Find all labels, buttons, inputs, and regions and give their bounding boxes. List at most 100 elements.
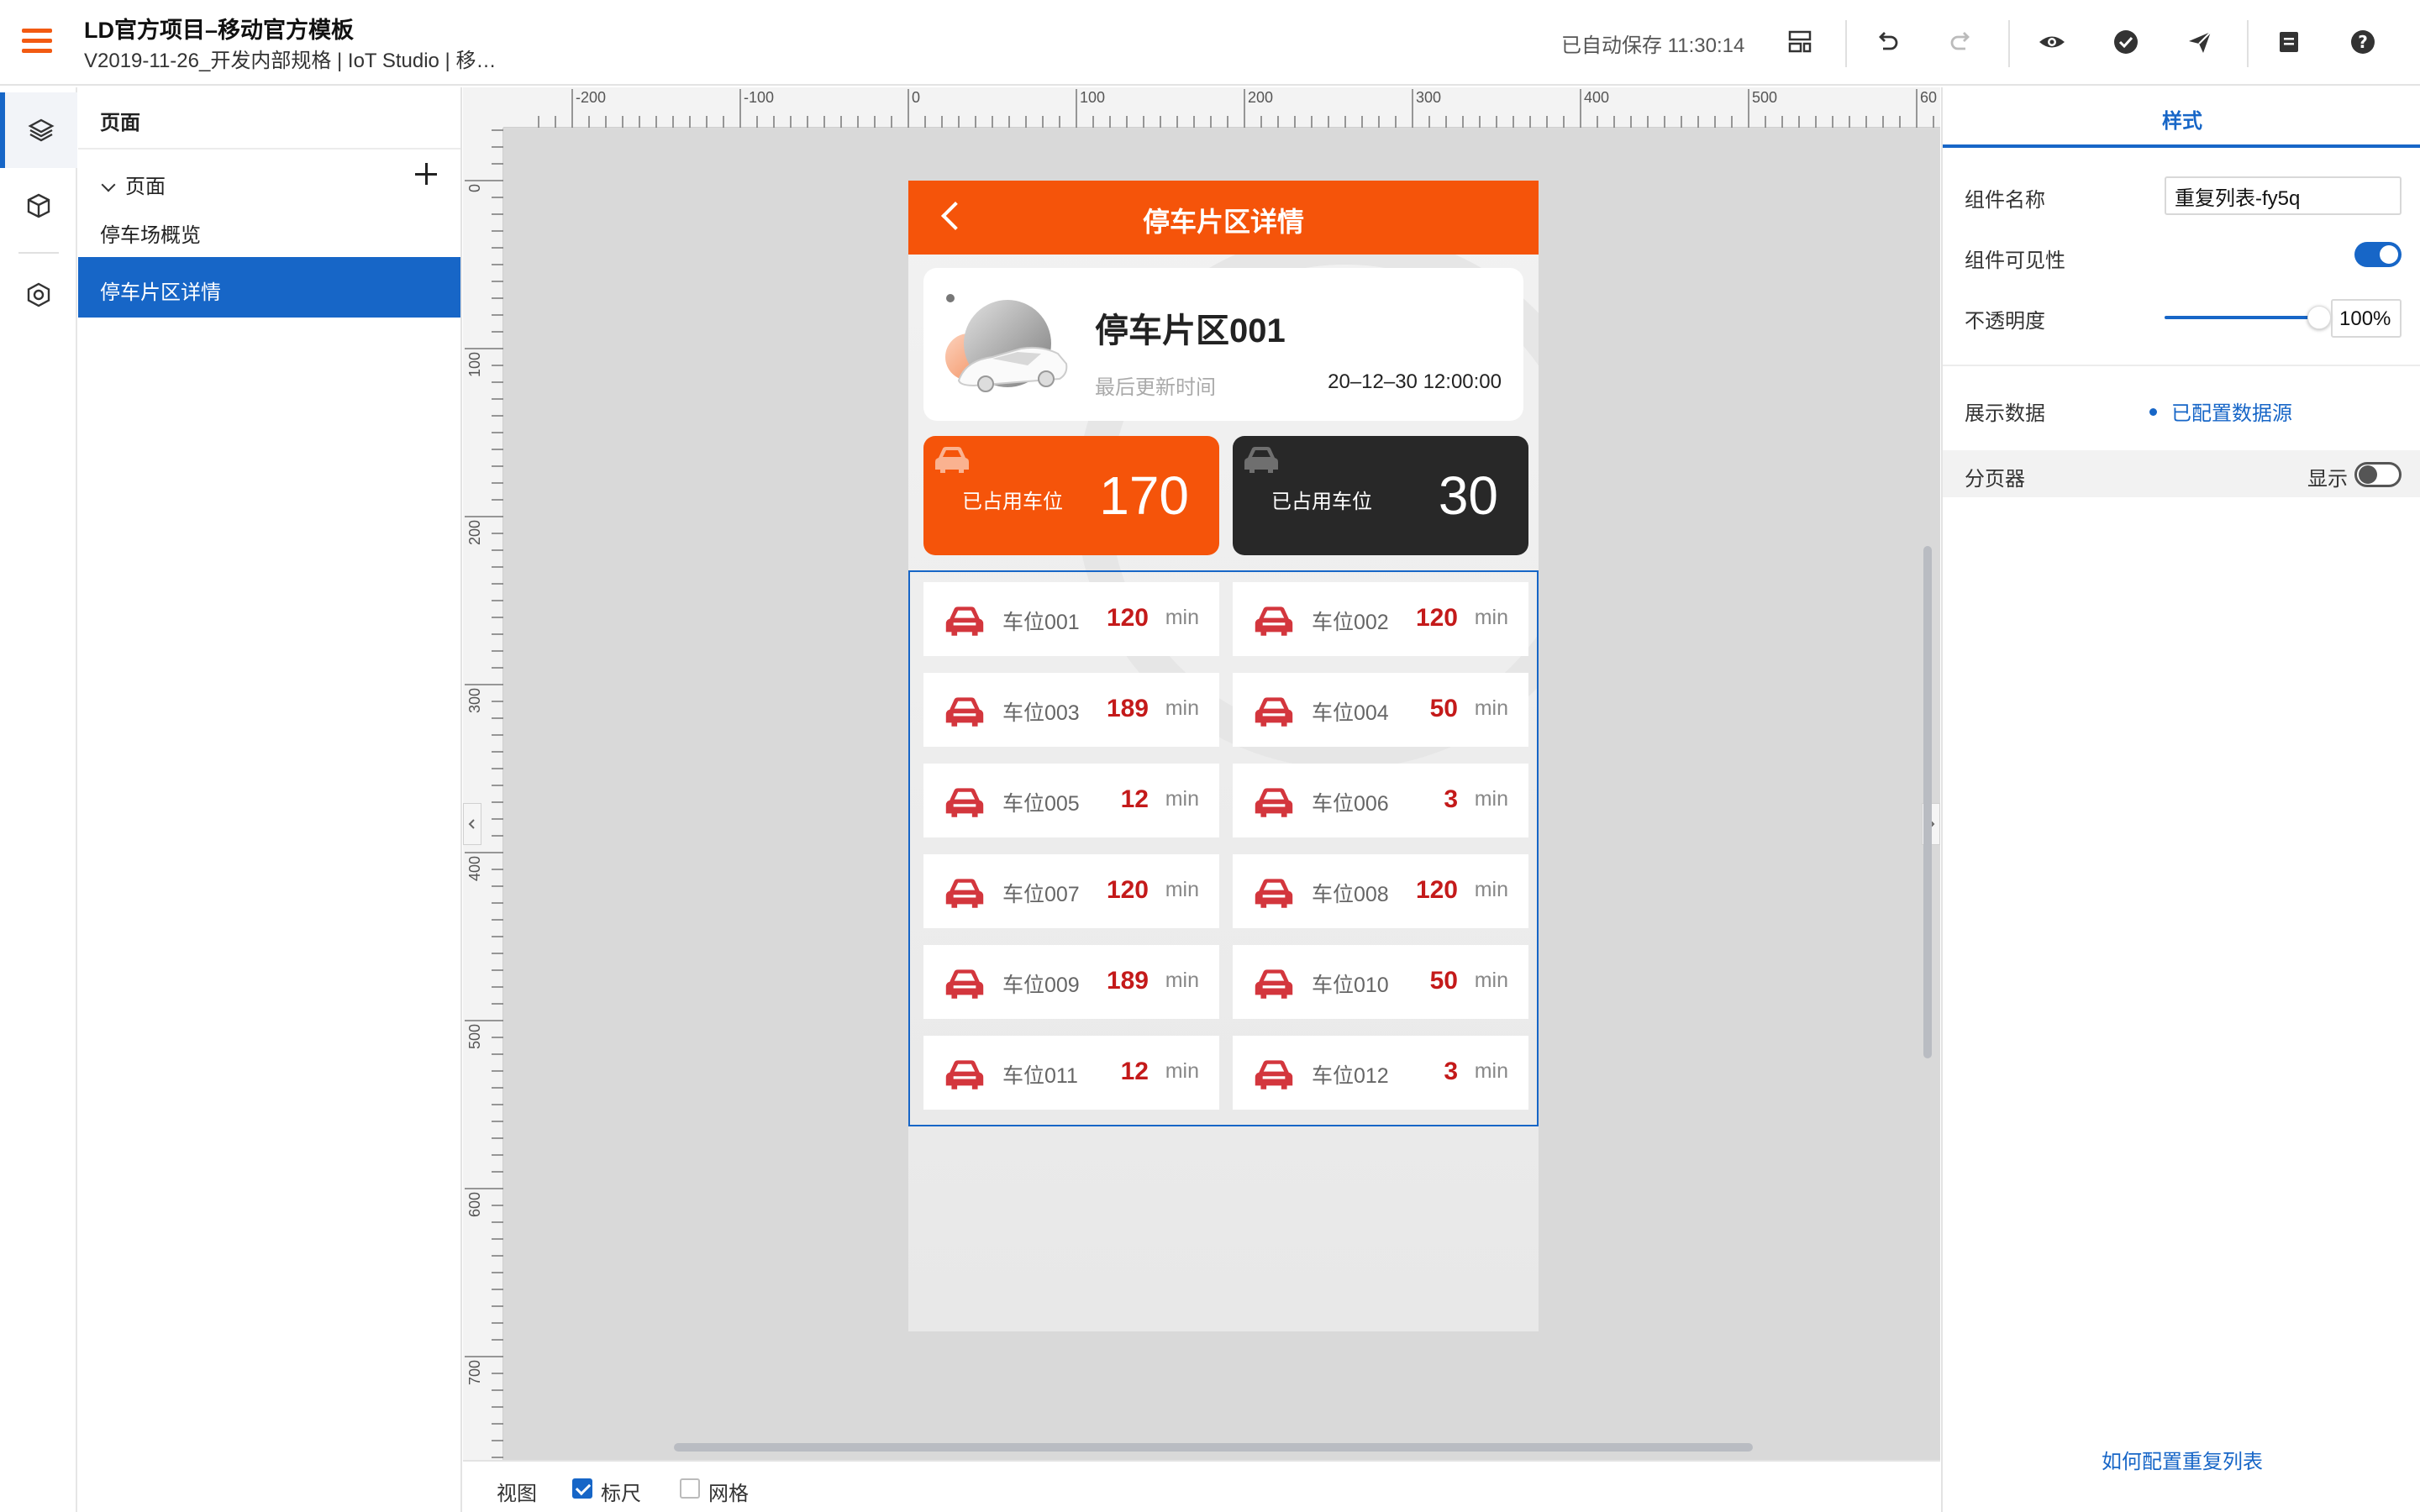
view-label: 视图 <box>497 1483 537 1505</box>
visibility-toggle[interactable] <box>2354 242 2402 267</box>
slot-duration: 120 <box>1106 876 1149 904</box>
car-icon <box>945 697 984 727</box>
slot-name: 车位006 <box>1312 792 1389 816</box>
slot-name: 车位007 <box>1002 883 1080 906</box>
redo-icon[interactable] <box>1946 27 1976 57</box>
parking-slot-item[interactable]: 车位007 120 min <box>923 854 1219 928</box>
car-icon <box>945 788 984 817</box>
ruler-tick-label: 300 <box>1416 89 1441 106</box>
car-icon <box>945 1060 984 1089</box>
slot-duration: 12 <box>1120 785 1149 813</box>
car-icon <box>1255 788 1293 817</box>
design-canvas[interactable]: -200 -100 0 100 200 300 400 500 60 0 100 200 300 400… <box>463 87 1940 1460</box>
slot-name: 车位008 <box>1312 883 1389 906</box>
toolbar-divider <box>2008 20 2010 67</box>
grid-checkbox[interactable] <box>680 1478 700 1499</box>
opacity-slider-track[interactable] <box>2165 316 2312 319</box>
top-bar: LD官方项目–移动官方模板 V2019-11-26_开发内部规格 | IoT S… <box>0 0 2420 86</box>
parking-slot-item[interactable]: 车位008 120 min <box>1233 854 1528 928</box>
data-source-link[interactable]: 已配置数据源 <box>2171 396 2292 426</box>
layout-icon[interactable] <box>1785 27 1815 57</box>
view-options-bar: 视图 标尺 网格 <box>463 1460 1940 1512</box>
help-icon[interactable]: ? <box>2348 27 2378 57</box>
ruler-tick-label: -100 <box>744 89 774 106</box>
component-cube-icon[interactable] <box>0 168 77 244</box>
slot-duration: 120 <box>1106 604 1149 632</box>
grid-checkbox-label: 网格 <box>708 1483 749 1505</box>
collapse-left-panel-icon[interactable] <box>463 803 481 845</box>
opacity-input[interactable]: 100% <box>2331 299 2402 338</box>
slot-unit: min <box>1165 969 1199 992</box>
document-icon[interactable] <box>2274 27 2304 57</box>
project-subtitle: V2019-11-26_开发内部规格 | IoT Studio | 移… <box>84 50 497 72</box>
last-update-label: 最后更新时间 <box>1095 376 1216 399</box>
parking-slot-item[interactable]: 车位012 3 min <box>1233 1036 1528 1110</box>
horizontal-scrollbar[interactable] <box>674 1443 1753 1452</box>
publish-send-icon[interactable] <box>2185 27 2215 57</box>
ruler-tick-label: 200 <box>1248 89 1273 106</box>
car-icon <box>1255 879 1293 908</box>
parking-slot-item[interactable]: 车位009 189 min <box>923 945 1219 1019</box>
slot-duration: 120 <box>1415 876 1458 904</box>
phone-page-title: 停车片区详情 <box>1142 207 1304 237</box>
ruler-checkbox-label: 标尺 <box>601 1483 641 1505</box>
undo-icon[interactable] <box>1872 27 1902 57</box>
slot-unit: min <box>1474 969 1508 992</box>
slot-unit: min <box>1474 787 1508 811</box>
ruler-tick-label: 60 <box>1920 89 1937 106</box>
ruler-tick-label: 300 <box>466 688 483 713</box>
pager-toggle[interactable] <box>2354 462 2402 487</box>
repeat-list-component[interactable]: 车位001 120 min 车位002 120 min 车位003 189 min 车位004 50… <box>908 570 1539 1126</box>
page-item-zone-detail[interactable]: 停车片区详情 <box>78 257 460 318</box>
chevron-down-icon <box>101 177 116 192</box>
parking-slot-item[interactable]: 车位005 12 min <box>923 764 1219 837</box>
visibility-label: 组件可见性 <box>1965 249 2065 272</box>
ruler-checkbox[interactable] <box>572 1478 592 1499</box>
slot-name: 车位002 <box>1312 611 1389 634</box>
pager-show-label: 显示 <box>2307 468 2348 491</box>
parking-slot-item[interactable]: 车位011 12 min <box>923 1036 1219 1110</box>
parking-slot-item[interactable]: 车位006 3 min <box>1233 764 1528 837</box>
slot-unit: min <box>1474 878 1508 901</box>
stat-label: 已占用车位 <box>1271 491 1372 513</box>
menu-icon[interactable] <box>22 29 52 54</box>
toolbar-divider <box>1845 20 1847 67</box>
page-item-parking-overview[interactable]: 停车场概览 <box>78 200 460 260</box>
stat-label: 已占用车位 <box>962 491 1063 513</box>
parking-slot-item[interactable]: 车位003 189 min <box>923 673 1219 747</box>
tab-style[interactable]: 样式 <box>1943 87 2420 148</box>
layers-icon[interactable] <box>0 92 77 168</box>
zone-name: 停车片区001 <box>1095 312 1286 349</box>
parking-slot-item[interactable]: 车位010 50 min <box>1233 945 1528 1019</box>
toolbar-divider <box>2247 20 2249 67</box>
slot-unit: min <box>1474 1059 1508 1083</box>
settings-hexagon-icon[interactable] <box>0 257 77 333</box>
slot-unit: min <box>1474 696 1508 720</box>
add-page-icon[interactable] <box>412 160 440 188</box>
vertical-ruler: 0 100 200 300 400 500 600 700 <box>463 87 503 1460</box>
last-update-time: 20–12–30 12:00:00 <box>1328 370 1502 393</box>
component-name-input[interactable] <box>2165 176 2402 215</box>
repeat-list-help-link[interactable]: 如何配置重复列表 <box>1943 1445 2420 1474</box>
slot-name: 车位004 <box>1312 701 1389 725</box>
vertical-scrollbar[interactable] <box>1923 546 1932 1058</box>
slot-name: 车位009 <box>1002 974 1080 997</box>
car-icon <box>1244 447 1278 473</box>
check-circle-icon[interactable] <box>2111 27 2141 57</box>
data-source-label: 展示数据 <box>1965 402 2045 425</box>
parking-slot-item[interactable]: 车位001 120 min <box>923 582 1219 656</box>
svg-text:?: ? <box>2358 32 2368 52</box>
status-dot-icon <box>2149 408 2157 416</box>
left-icon-rail <box>0 87 77 1512</box>
ruler-tick-label: 500 <box>1752 89 1777 106</box>
ruler-tick-label: -200 <box>576 89 606 106</box>
opacity-label: 不透明度 <box>1965 310 2045 333</box>
parking-slot-item[interactable]: 车位002 120 min <box>1233 582 1528 656</box>
slot-name: 车位012 <box>1312 1064 1389 1088</box>
ruler-tick-label: 200 <box>466 520 483 545</box>
opacity-slider-handle[interactable] <box>2307 306 2331 329</box>
slot-name: 车位011 <box>1002 1064 1078 1088</box>
parking-slot-item[interactable]: 车位004 50 min <box>1233 673 1528 747</box>
phone-nav-bar: 停车片区详情 <box>908 181 1539 255</box>
preview-eye-icon[interactable] <box>2037 27 2067 57</box>
